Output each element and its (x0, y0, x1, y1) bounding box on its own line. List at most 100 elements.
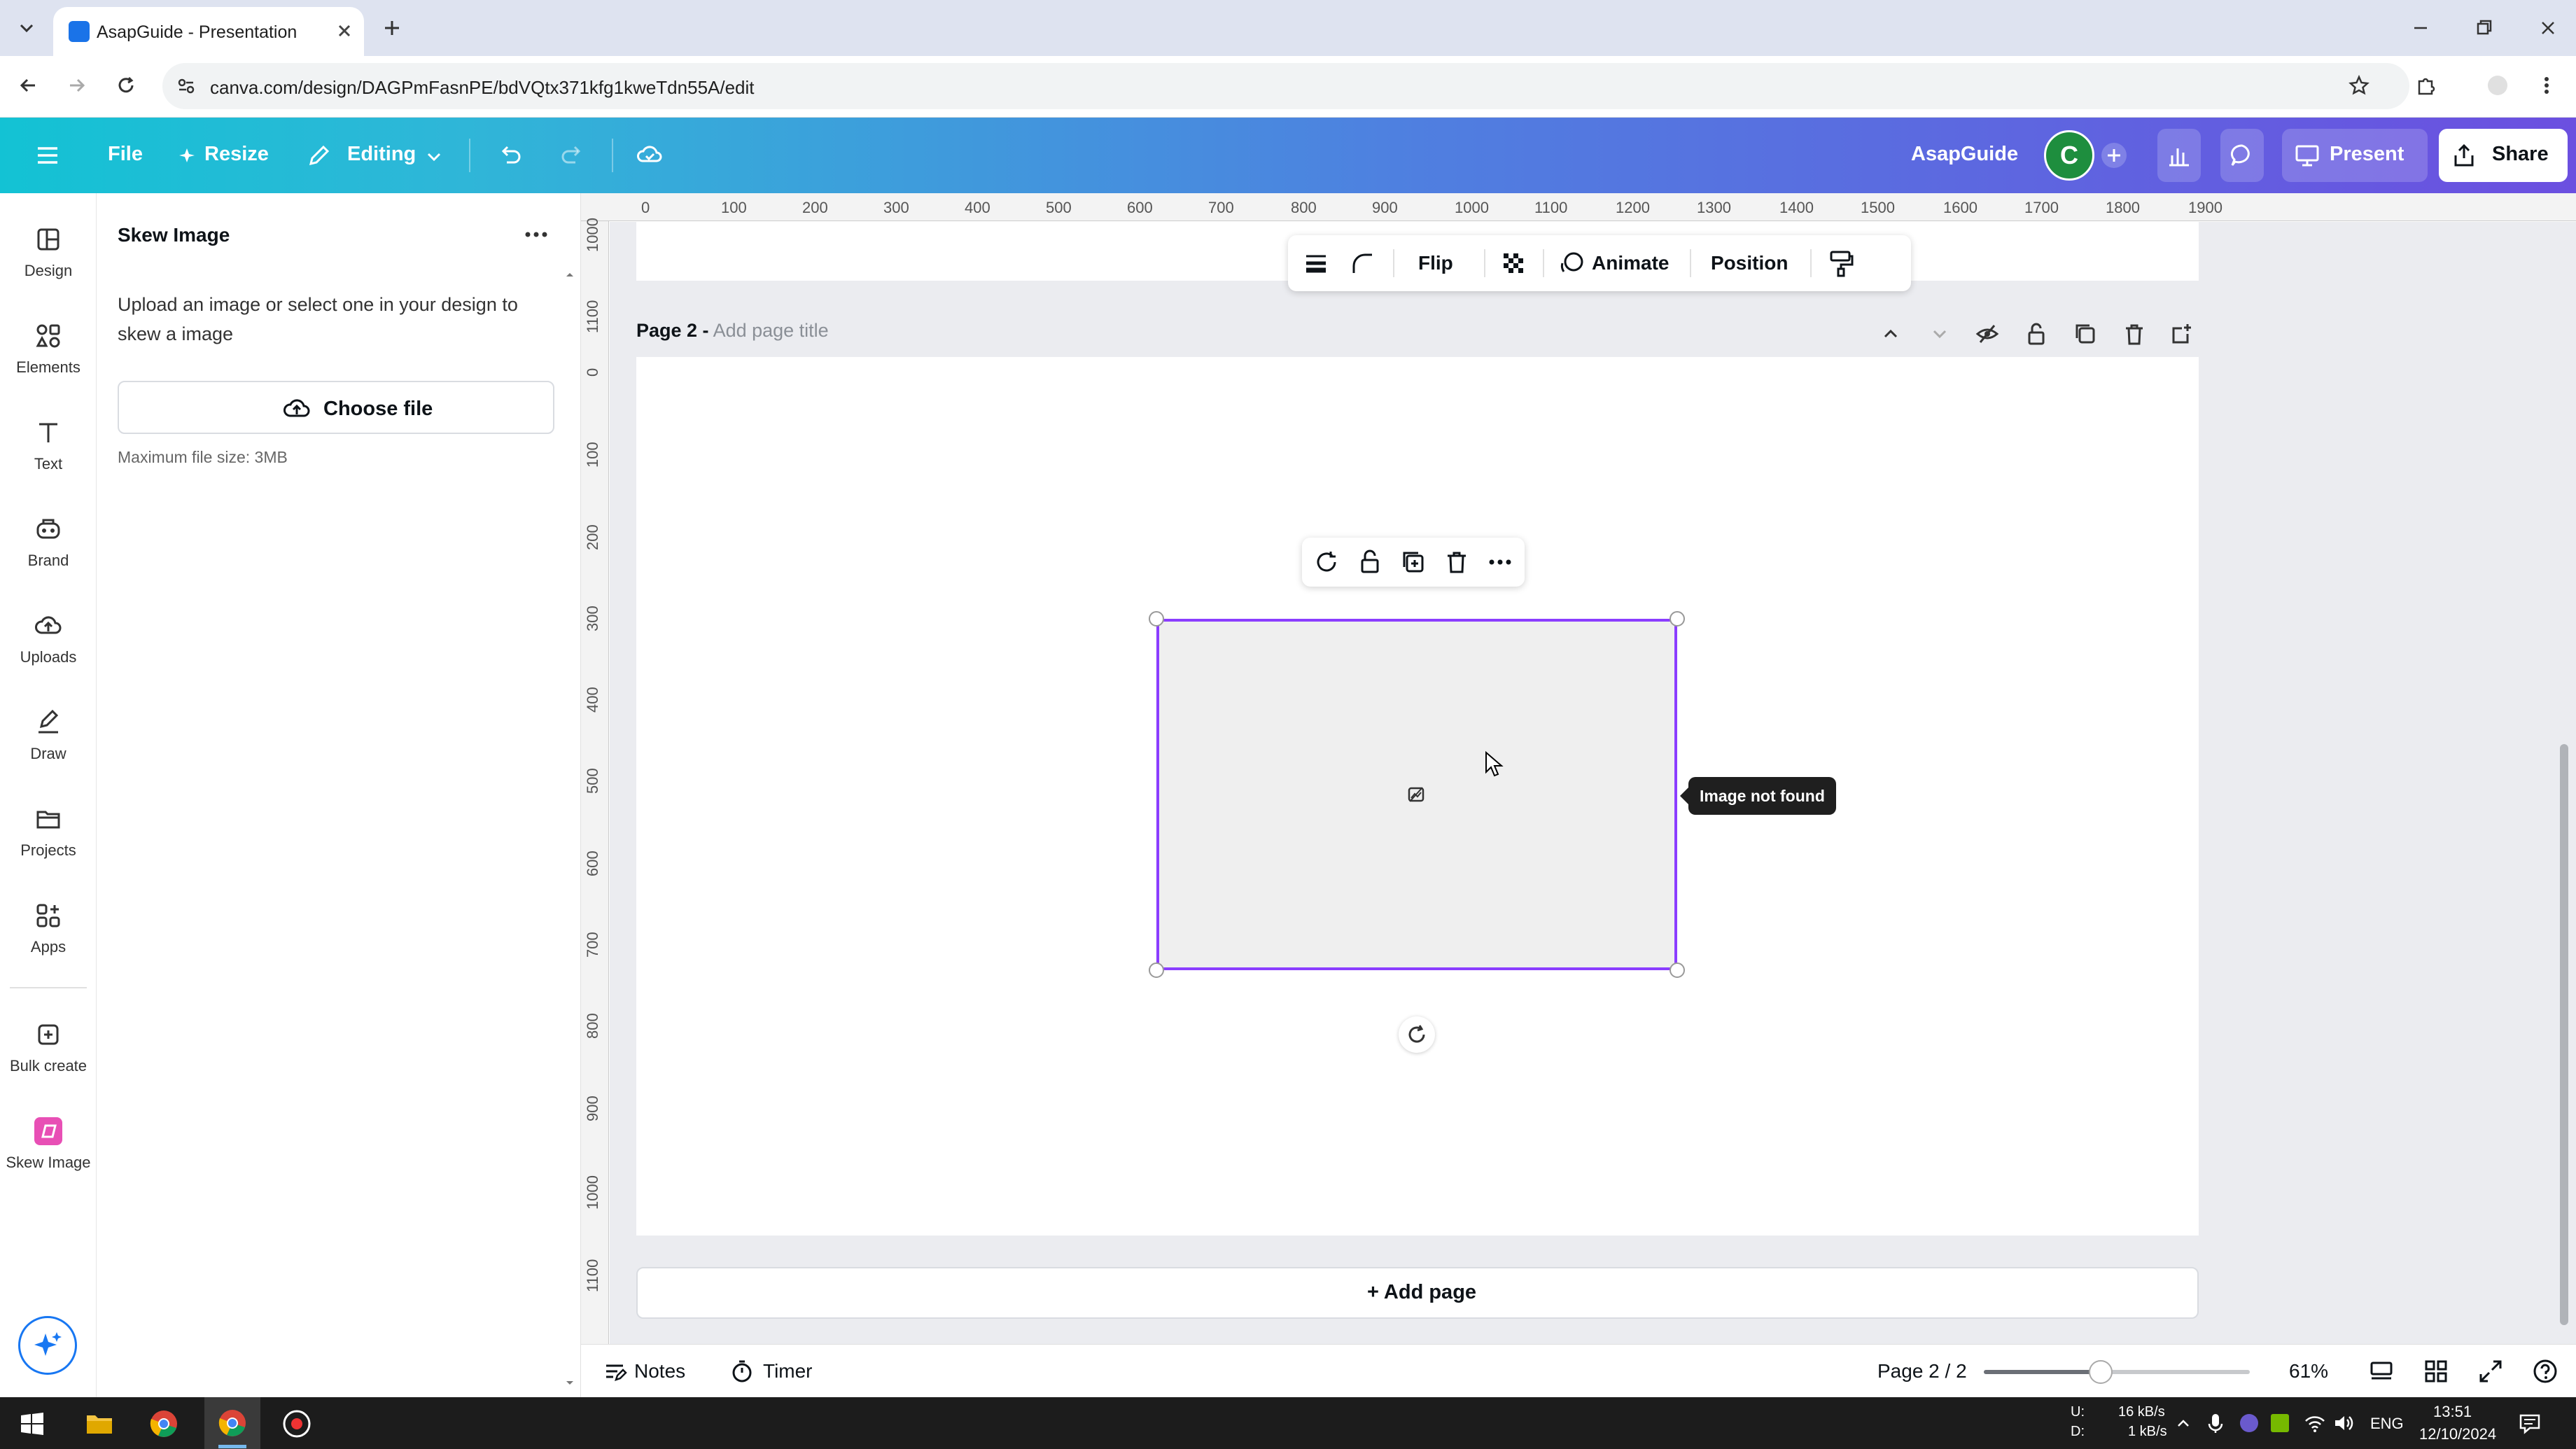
more-options-icon[interactable] (1485, 547, 1515, 577)
browser-tab[interactable]: AsapGuide - Presentation (53, 7, 364, 56)
main-menu-icon[interactable] (32, 140, 63, 171)
add-page-label: + Add page (1367, 1281, 1477, 1303)
duplicate-page-icon[interactable] (2071, 320, 2099, 348)
profile-icon[interactable] (2484, 71, 2512, 99)
page-indicator[interactable]: Page 2 / 2 (1877, 1360, 1967, 1382)
rail-item-design[interactable]: Design (0, 224, 97, 308)
user-avatar[interactable]: C (2044, 130, 2094, 181)
close-window-icon[interactable] (2534, 14, 2562, 42)
zoom-level[interactable]: 61% (2289, 1360, 2328, 1382)
share-button[interactable]: Share (2439, 129, 2568, 182)
extensions-icon[interactable] (2412, 71, 2440, 99)
flip-button[interactable]: Flip (1418, 252, 1453, 274)
timer-button[interactable]: Timer (763, 1360, 813, 1382)
tray-expand-icon[interactable] (2173, 1413, 2194, 1434)
add-page-after-icon[interactable] (2168, 320, 2196, 348)
notes-button[interactable]: Notes (634, 1360, 685, 1382)
rail-item-text[interactable]: Text (0, 417, 97, 501)
team-name[interactable]: AsapGuide (1911, 143, 2018, 166)
editing-mode-button[interactable]: Editing (347, 143, 416, 166)
rotate-handle[interactable] (1399, 1016, 1435, 1053)
help-icon[interactable] (2531, 1357, 2559, 1385)
resize-button[interactable]: Resize (204, 143, 269, 166)
canvas-scrollbar[interactable] (2560, 744, 2568, 1325)
browser-menu-icon[interactable] (2533, 71, 2561, 99)
resize-handle-top-left[interactable] (1149, 611, 1164, 626)
resize-handle-bottom-left[interactable] (1149, 962, 1164, 978)
lock-icon[interactable] (1355, 547, 1385, 577)
present-button[interactable]: Present (2282, 129, 2428, 182)
page-down-icon[interactable] (1926, 320, 1954, 348)
rail-item-elements[interactable]: Elements (0, 321, 97, 405)
windows-start-icon[interactable] (18, 1410, 46, 1438)
chrome-icon[interactable] (148, 1408, 179, 1439)
resize-handle-bottom-right[interactable] (1670, 962, 1685, 978)
chrome-active-taskbar-button[interactable] (204, 1397, 260, 1449)
wifi-icon[interactable] (2303, 1411, 2327, 1435)
volume-icon[interactable] (2332, 1411, 2356, 1435)
rail-item-draw[interactable]: Draw (0, 707, 97, 791)
minimize-icon[interactable] (2407, 14, 2435, 42)
app-tray-icon[interactable] (2237, 1411, 2261, 1435)
tab-search-icon[interactable] (13, 14, 41, 42)
panel-more-icon[interactable] (521, 224, 552, 245)
panel-scroll-down-icon[interactable] (564, 1378, 575, 1389)
hide-page-icon[interactable] (1973, 320, 2001, 348)
fullscreen-icon[interactable] (2477, 1357, 2505, 1385)
comments-button[interactable] (2220, 129, 2264, 182)
redo-icon[interactable] (557, 140, 588, 171)
microphone-icon[interactable] (2205, 1411, 2226, 1435)
duplicate-icon[interactable] (1399, 547, 1428, 577)
language-indicator[interactable]: ENG (2370, 1415, 2404, 1433)
resize-handle-top-right[interactable] (1670, 611, 1685, 626)
reload-icon[interactable] (112, 71, 140, 99)
clock-date[interactable]: 12/10/2024 (2419, 1425, 2496, 1443)
rail-item-bulk-create[interactable]: Bulk create (0, 1019, 97, 1103)
add-collaborator-icon[interactable] (2099, 140, 2129, 171)
zoom-slider[interactable] (1984, 1360, 2250, 1384)
insights-button[interactable] (2157, 129, 2201, 182)
rail-item-apps[interactable]: Apps (0, 900, 97, 984)
forward-icon[interactable] (63, 71, 91, 99)
regenerate-icon[interactable] (1312, 547, 1341, 577)
rail-item-skew-image[interactable]: Skew Image (0, 1116, 97, 1200)
file-explorer-icon[interactable] (84, 1408, 115, 1439)
copy-style-icon[interactable] (1826, 248, 1856, 279)
notifications-icon[interactable] (2517, 1411, 2542, 1436)
screen-recorder-icon[interactable] (281, 1408, 312, 1439)
animate-button[interactable]: Animate (1592, 252, 1669, 274)
rail-item-projects[interactable]: Projects (0, 804, 97, 888)
restore-icon[interactable] (2470, 14, 2498, 42)
delete-page-icon[interactable] (2120, 320, 2148, 348)
new-tab-icon[interactable] (378, 14, 406, 42)
choose-file-button[interactable]: Choose file (118, 381, 554, 434)
chevron-down-icon[interactable] (419, 141, 449, 172)
rail-item-uploads[interactable]: Uploads (0, 610, 97, 694)
zoom-slider-knob[interactable] (2089, 1360, 2113, 1384)
clock-time[interactable]: 13:51 (2433, 1403, 2472, 1421)
close-tab-icon[interactable] (332, 18, 357, 43)
position-button[interactable]: Position (1711, 252, 1788, 274)
page-up-icon[interactable] (1877, 320, 1905, 348)
address-input[interactable]: canva.com/design/DAGPmFasnPE/bdVQtx371kf… (162, 63, 2409, 109)
page-list-view-icon[interactable] (2367, 1357, 2395, 1385)
rail-item-brand[interactable]: Brand (0, 514, 97, 598)
file-menu[interactable]: File (108, 143, 143, 166)
transparency-icon[interactable] (1498, 248, 1529, 279)
delete-icon[interactable] (1442, 547, 1471, 577)
panel-scroll-up-icon[interactable] (564, 269, 575, 280)
back-icon[interactable] (14, 71, 42, 99)
magic-assistant-button[interactable] (18, 1316, 77, 1375)
grid-view-icon[interactable] (2422, 1357, 2450, 1385)
lock-page-icon[interactable] (2022, 320, 2050, 348)
site-info-icon[interactable] (172, 72, 200, 100)
border-style-icon[interactable] (1301, 248, 1331, 279)
add-page-button[interactable]: + Add page (636, 1267, 2199, 1319)
cloud-saved-icon[interactable] (634, 140, 665, 171)
nvidia-tray-icon[interactable] (2268, 1411, 2292, 1435)
selected-image[interactable] (1156, 619, 1677, 970)
undo-icon[interactable] (494, 140, 525, 171)
bookmark-star-icon[interactable] (2345, 71, 2373, 99)
page-title-input[interactable]: Add page title (713, 320, 829, 341)
corner-rounding-icon[interactable] (1347, 248, 1378, 279)
